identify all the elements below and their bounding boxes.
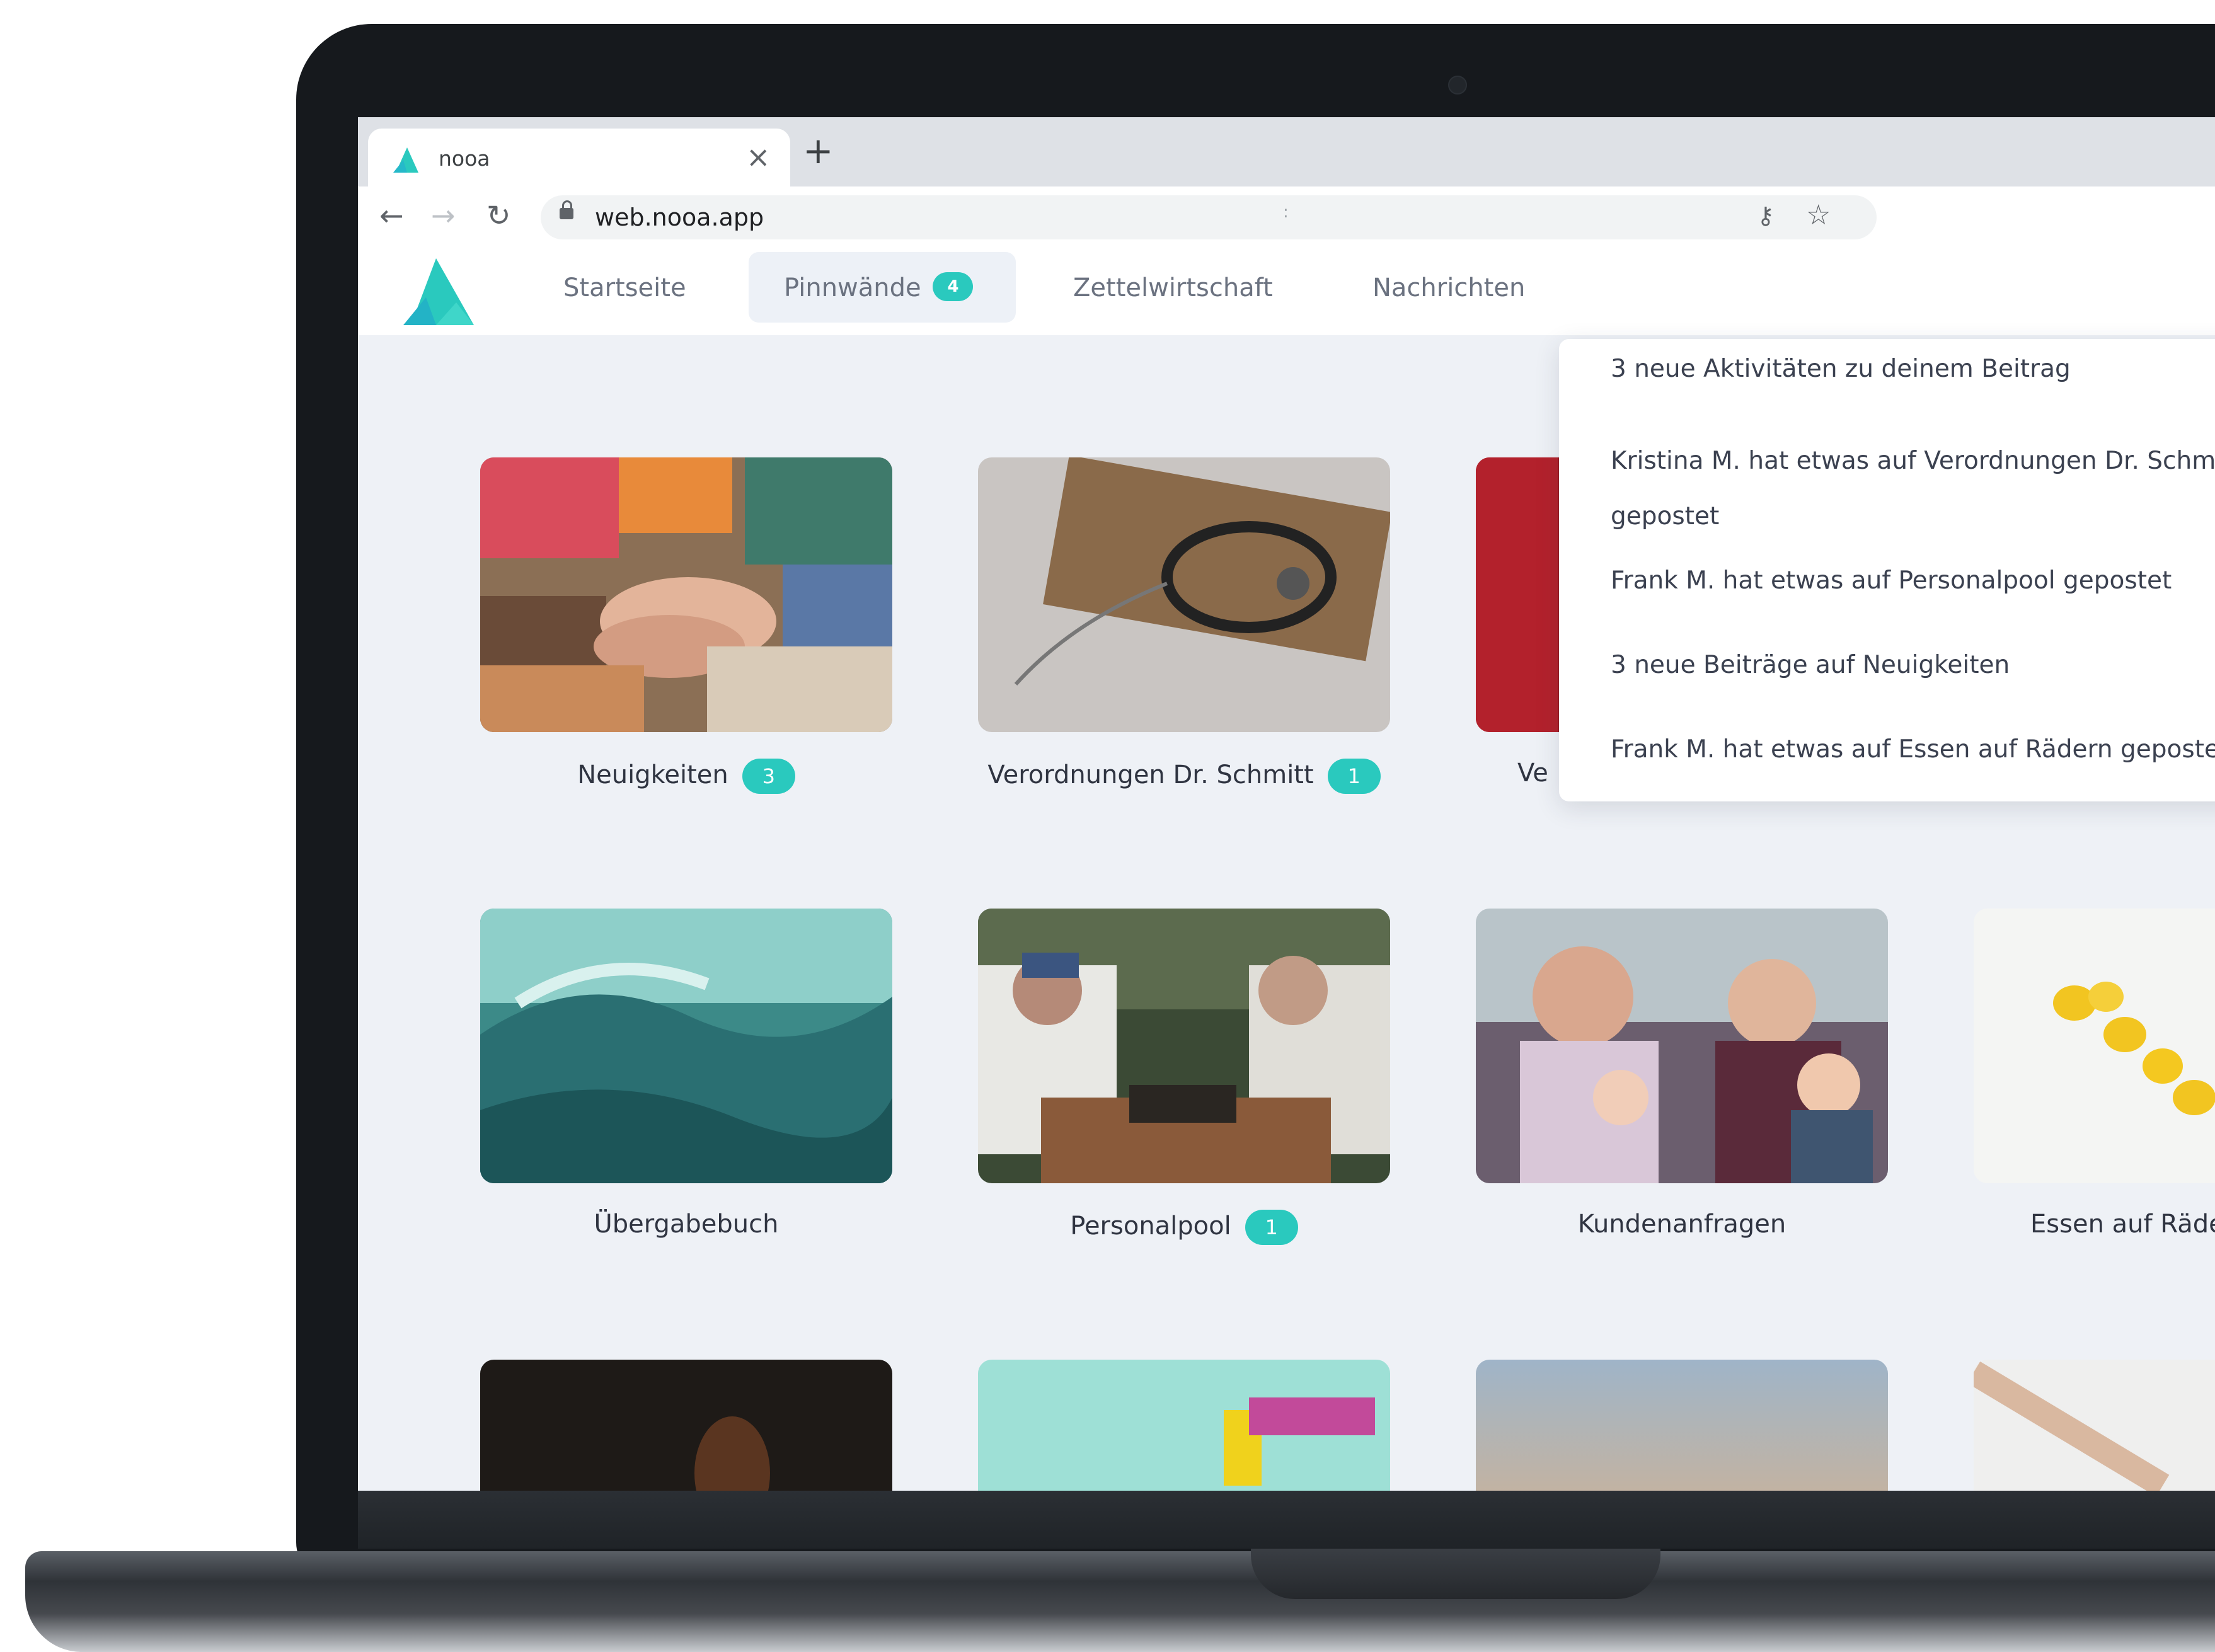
board-card-row3-3[interactable] [1476,1360,1888,1491]
notification-item[interactable]: 3 neue Beiträge auf Neuigkeiten [1611,644,2010,687]
reload-icon[interactable]: ↻ [486,197,511,234]
board-label: Kundenanfragen [1476,1210,1888,1239]
address-bar[interactable]: web.nooa.app : ⚷ ☆ [541,195,1877,239]
board-card-essen[interactable]: Essen auf Räde [1974,909,2215,1239]
notification-item[interactable]: 3 neue Aktivitäten zu deinem Beitrag [1611,348,2071,391]
laptop-chin [358,1491,2215,1549]
board-title: Neuigkeiten [577,760,728,789]
forward-icon[interactable]: → [431,197,456,234]
unread-badge: 4 [933,272,974,301]
board-image-hand [1974,1360,2215,1491]
lock-icon [560,200,573,219]
board-label: Verordnungen Dr. Schmitt 1 [978,759,1390,794]
board-title: Verordnungen Dr. Schmitt [987,760,1314,789]
board-title: Personalpool [1070,1212,1231,1241]
url-text: web.nooa.app [595,204,764,231]
tab-strip: nooa × + [358,117,2215,186]
board-image-cleaning [978,1360,1390,1491]
board-image-sunset [1476,1360,1888,1491]
notification-item[interactable]: Frank M. hat etwas auf Essen auf Rädern … [1611,728,2215,771]
board-image-chess [978,909,1390,1183]
notification-item[interactable]: Kristina M. hat etwas auf Verordnungen D… [1611,433,2215,544]
board-card-row3-2[interactable] [978,1360,1390,1491]
close-icon[interactable]: × [746,140,771,174]
nooa-logo[interactable] [403,258,476,328]
omnibox-separator: : [1283,203,1289,222]
board-card-row3-4[interactable] [1974,1360,2215,1491]
board-title: Ve [1517,759,1548,788]
tab-title: nooa [439,146,490,171]
browser-window: nooa × + ← → ↻ web.nooa.app : ⚷ ☆ Starts… [358,117,2215,1491]
browser-tab[interactable]: nooa × [368,129,790,186]
unread-badge: 1 [1327,759,1381,794]
board-card-neuigkeiten[interactable]: Neuigkeiten 3 [480,457,892,794]
board-label: Neuigkeiten 3 [480,759,892,794]
board-card-verordnungen[interactable]: Verordnungen Dr. Schmitt 1 [978,457,1390,794]
laptop-opening-notch [1251,1549,1660,1599]
unread-badge: 1 [1245,1210,1298,1245]
nav-item-pinnwaende[interactable]: Pinnwände 4 [784,267,974,334]
star-icon[interactable]: ☆ [1806,199,1831,231]
board-image-wave [480,909,892,1183]
nav-item-zettelwirtschaft[interactable]: Zettelwirtschaft [1073,267,1273,334]
board-card-personalpool[interactable]: Personalpool 1 [978,909,1390,1245]
key-icon[interactable]: ⚷ [1757,202,1775,229]
nav-item-startseite[interactable]: Startseite [563,267,686,334]
board-title: Essen auf Räde [2030,1210,2215,1239]
nav-item-nachrichten[interactable]: Nachrichten [1372,267,1525,334]
laptop-base [25,1551,2215,1652]
notification-item[interactable]: Frank M. hat etwas auf Personalpool gepo… [1611,559,2172,602]
board-title: Kundenanfragen [1577,1210,1786,1239]
board-image-family [1476,909,1888,1183]
notification-dropdown: 3 neue Aktivitäten zu deinem Beitrag Kri… [1559,339,2215,801]
nooa-favicon-icon [393,147,418,173]
board-label: Personalpool 1 [978,1210,1390,1245]
board-title: Übergabebuch [594,1210,779,1239]
board-card-row3-1[interactable] [480,1360,892,1491]
board-image-stethoscope [978,457,1390,732]
board-label: Übergabebuch [480,1210,892,1239]
board-card-kundenanfragen[interactable]: Kundenanfragen [1476,909,1888,1239]
new-tab-button[interactable]: + [803,129,834,173]
board-image-hands [480,457,892,732]
board-card-uebergabebuch[interactable]: Übergabebuch [480,909,892,1239]
webcam [1448,76,1467,95]
board-image-lemons [1974,909,2215,1183]
board-label: Essen auf Räde [1974,1210,2215,1239]
browser-toolbar: ← → ↻ web.nooa.app : ⚷ ☆ [358,186,2215,248]
unread-badge: 3 [742,759,795,794]
board-image-bottle [480,1360,892,1491]
back-icon[interactable]: ← [379,197,404,234]
